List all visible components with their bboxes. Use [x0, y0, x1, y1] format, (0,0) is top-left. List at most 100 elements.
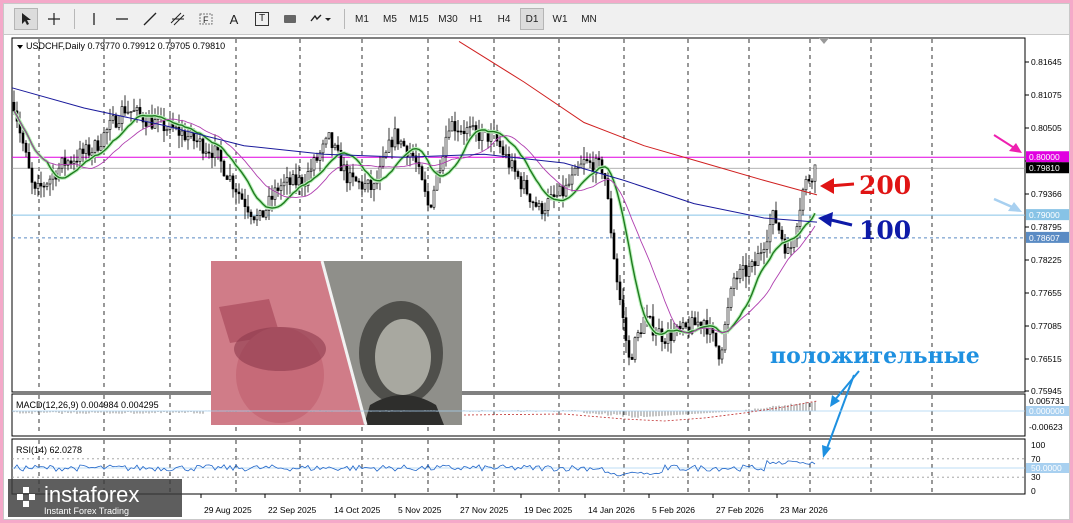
cursor-icon — [22, 13, 31, 25]
timeframe-m1-button[interactable]: M1 — [350, 8, 374, 30]
candle-body — [777, 222, 781, 231]
candle-body — [537, 203, 541, 207]
candle-body — [126, 111, 130, 114]
candle-body — [48, 178, 52, 185]
arrows-dropdown-icon — [310, 14, 331, 22]
horizontal-line-tool-button[interactable] — [110, 8, 134, 30]
candle-body — [189, 130, 193, 137]
candle-body — [447, 130, 451, 138]
candle-body — [390, 139, 394, 148]
candle-body — [438, 169, 442, 173]
candle-body — [228, 175, 232, 180]
candle-body — [210, 152, 214, 158]
crosshair-icon — [48, 13, 60, 25]
ma200-annotation: 200 — [859, 171, 911, 200]
rsi-axis-label: 100 — [1031, 440, 1045, 450]
candle-body — [102, 132, 106, 147]
candle-body — [771, 210, 775, 226]
candle-body — [33, 182, 37, 189]
candle-body — [345, 164, 349, 184]
timeframe-m5-button[interactable]: M5 — [378, 8, 402, 30]
timeframe-mn-button[interactable]: MN — [576, 8, 602, 30]
timeframe-d1-button[interactable]: D1 — [520, 8, 544, 30]
logo-square — [29, 494, 35, 500]
ma100-annotation: 100 — [859, 216, 911, 245]
candle-body — [315, 157, 319, 161]
candle-body — [543, 210, 547, 215]
candle-body — [729, 288, 733, 308]
candle-body — [387, 139, 391, 153]
channel-tool-button[interactable] — [166, 8, 190, 30]
timeframe-h4-button[interactable]: H4 — [492, 8, 516, 30]
candle-body — [45, 183, 49, 187]
candle-body — [357, 180, 361, 183]
candle-body — [201, 138, 205, 154]
date-axis-label: 27 Nov 2025 — [460, 505, 508, 515]
date-axis-label: 14 Jan 2026 — [588, 505, 635, 515]
candle-body — [717, 345, 721, 360]
candle-body — [699, 321, 703, 327]
vertical-line-tool-button[interactable] — [82, 8, 106, 30]
timeframe-h1-button[interactable]: H1 — [464, 8, 488, 30]
candle-body — [459, 130, 463, 133]
candle-body — [207, 151, 211, 154]
candle-body — [123, 106, 127, 114]
crosshair-tool-button[interactable] — [42, 8, 66, 30]
candle-body — [195, 140, 199, 143]
candle-body — [630, 356, 634, 360]
dollar-portrait-face — [375, 319, 431, 395]
watermark-brand: instaforex — [44, 482, 139, 507]
price-chart[interactable]: 0.816450.810750.805050.799360.793660.787… — [4, 35, 1069, 519]
candle-body — [516, 171, 520, 177]
arrows-tool-button[interactable] — [306, 8, 336, 30]
timeframe-m15-button[interactable]: M15 — [406, 8, 432, 30]
candle-body — [426, 191, 430, 206]
candle-body — [585, 159, 589, 162]
candle-body — [567, 183, 571, 186]
candle-body — [186, 136, 190, 141]
candle-body — [555, 195, 559, 198]
logo-square — [23, 487, 29, 493]
candle-body — [135, 107, 139, 111]
candle-body — [249, 211, 253, 217]
macd-panel[interactable] — [11, 393, 1026, 437]
candle-body — [399, 140, 403, 145]
candle-body — [183, 130, 187, 141]
candle-body — [423, 179, 427, 192]
timeframe-m30-button[interactable]: M30 — [434, 8, 462, 30]
text-tool-button[interactable]: A — [222, 8, 246, 30]
candle-body — [354, 176, 358, 182]
candle-body — [372, 183, 376, 190]
cursor-tool-button[interactable] — [14, 8, 38, 30]
candle-body — [633, 337, 637, 360]
positive-annotation: положительные — [770, 343, 980, 369]
candle-body — [294, 174, 298, 186]
candle-body — [129, 111, 133, 113]
candle-body — [336, 144, 340, 151]
fibonacci-tool-button[interactable]: F — [194, 8, 218, 30]
candle-body — [432, 189, 436, 208]
candle-body — [330, 132, 334, 149]
candle-body — [627, 340, 631, 358]
label-tool-button[interactable]: T — [250, 8, 274, 30]
franc-portrait-hair — [234, 327, 326, 371]
steel-blue-level-tag-label: 0.78607 — [1029, 233, 1060, 243]
candle-body — [93, 140, 97, 153]
candle-body — [360, 181, 364, 190]
price-axis-label: 0.78795 — [1031, 222, 1062, 232]
rectangle-tool-button[interactable] — [278, 8, 302, 30]
rsi-label: RSI(14) 62.0278 — [16, 445, 82, 455]
timeframe-w1-button[interactable]: W1 — [548, 8, 572, 30]
candle-body — [327, 132, 331, 139]
candle-body — [243, 198, 247, 207]
candle-body — [81, 148, 85, 154]
candle-body — [90, 152, 94, 156]
candle-body — [369, 179, 373, 190]
candle-body — [132, 110, 136, 112]
candle-body — [321, 143, 325, 154]
logo-square — [17, 494, 23, 500]
candle-body — [237, 191, 241, 195]
candle-body — [312, 157, 316, 171]
candle-body — [693, 317, 697, 326]
trend-line-tool-button[interactable] — [138, 8, 162, 30]
